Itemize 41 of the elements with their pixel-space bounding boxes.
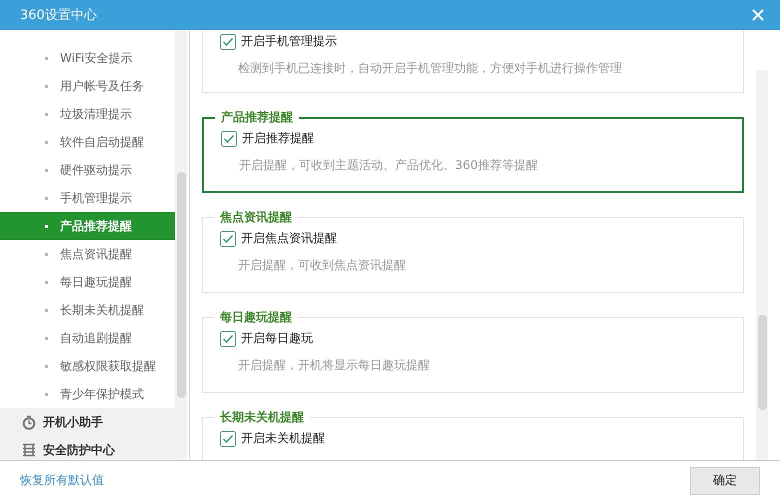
checkbox[interactable]: [220, 34, 236, 50]
ok-button[interactable]: 确定: [690, 466, 760, 494]
sidebar-item[interactable]: 手机管理提示: [0, 184, 175, 212]
sidebar-group[interactable]: 安全防护中心: [0, 436, 175, 460]
window-title: 360设置中心: [20, 7, 97, 24]
list-icon: [22, 443, 36, 457]
checkbox[interactable]: [220, 230, 236, 246]
close-icon[interactable]: [752, 9, 764, 21]
option-description: 检测到手机已连接时，自动开启手机管理功能，方便对手机进行操作管理: [237, 60, 623, 77]
option-checkbox[interactable]: 开启每日趣玩: [220, 330, 726, 347]
checkbox[interactable]: [220, 330, 236, 346]
option-checkbox[interactable]: 开启手机管理提示: [220, 33, 726, 50]
section-title: 产品推荐提醒: [220, 109, 294, 126]
section-title: 每日趣玩提醒: [219, 309, 293, 326]
sidebar-item[interactable]: 硬件驱动提示: [0, 156, 175, 184]
option-checkbox[interactable]: 开启推荐提醒: [221, 130, 725, 147]
sidebar-item[interactable]: 产品推荐提醒: [0, 212, 175, 240]
scrollbar-thumb[interactable]: [758, 315, 766, 410]
sidebar-item[interactable]: 敏感权限获取提醒: [0, 352, 175, 380]
sidebar-item[interactable]: 软件自启动提醒: [0, 128, 175, 156]
sidebar-item[interactable]: WiFi安全提示: [0, 44, 175, 72]
option-checkbox[interactable]: 开启焦点资讯提醒: [220, 230, 726, 247]
option-checkbox[interactable]: 开启未关机提醒: [220, 430, 726, 447]
sidebar-group[interactable]: 开机小助手: [0, 408, 175, 436]
checkbox[interactable]: [220, 430, 236, 446]
option-description: 开启提醒，可收到焦点资讯提醒: [237, 257, 407, 274]
option-description: 开启提醒，可收到主题活动、产品优化、360推荐等提醒: [238, 157, 539, 174]
restore-defaults-link[interactable]: 恢复所有默认值: [20, 472, 104, 489]
scrollbar-thumb[interactable]: [176, 172, 186, 398]
section-title: 长期未关机提醒: [219, 409, 305, 426]
sidebar-item[interactable]: 青少年保护模式: [0, 380, 175, 408]
sidebar-item[interactable]: 垃圾清理提示: [0, 100, 175, 128]
sidebar-item[interactable]: 用户帐号及任务: [0, 72, 175, 100]
stopwatch-icon: [22, 414, 36, 430]
option-description: 开启提醒，开机将显示每日趣玩提醒: [237, 357, 431, 374]
sidebar-item[interactable]: 每日趣玩提醒: [0, 268, 175, 296]
sidebar-item[interactable]: 长期未关机提醒: [0, 296, 175, 324]
section-title: 焦点资讯提醒: [218, 209, 293, 226]
sidebar-item[interactable]: 自动追剧提醒: [0, 324, 175, 352]
checkbox[interactable]: [221, 130, 237, 146]
sidebar-item[interactable]: 焦点资讯提醒: [0, 240, 175, 268]
